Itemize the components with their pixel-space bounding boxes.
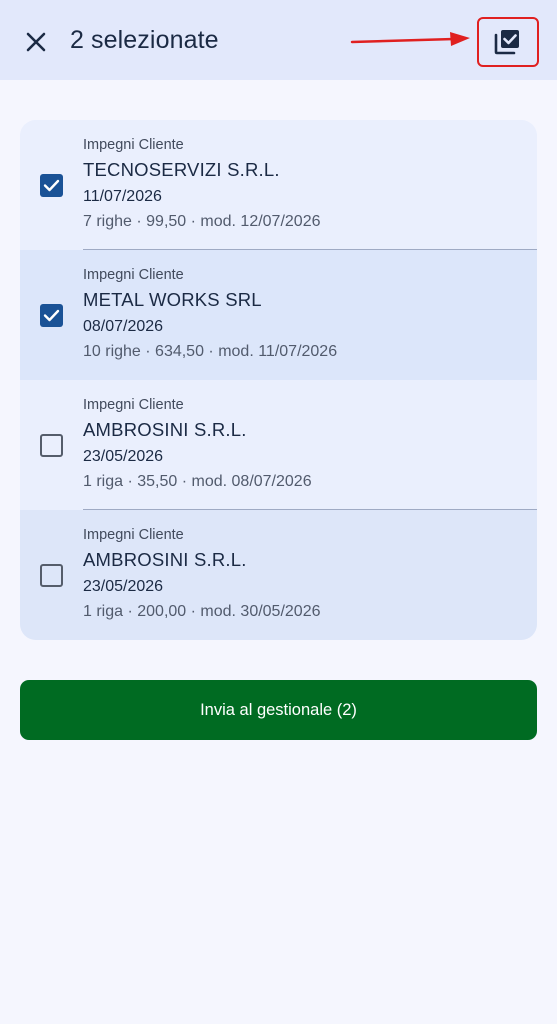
item-customer-name: METAL WORKS SRL — [83, 289, 262, 310]
red-arrow-annotation — [350, 32, 470, 46]
item-date: 11/07/2026 — [83, 188, 162, 205]
item-customer-name: AMBROSINI S.R.L. — [83, 549, 247, 570]
item-customer-name: TECNOSERVIZI S.R.L. — [83, 159, 280, 180]
check-icon — [43, 179, 60, 192]
close-icon — [26, 32, 46, 52]
item-date: 23/05/2026 — [83, 578, 164, 595]
item-date: 23/05/2026 — [83, 448, 164, 465]
item-category: Impegni Cliente — [83, 137, 184, 153]
list-item[interactable]: Impegni Cliente AMBROSINI S.R.L. 23/05/2… — [20, 380, 537, 510]
item-meta: 10 righe · 634,50 · mod. 11/07/2026 — [83, 343, 338, 360]
checkbox-unchecked[interactable] — [40, 434, 63, 457]
item-meta: 7 righe · 99,50 · mod. 12/07/2026 — [83, 213, 321, 230]
documents-list: Impegni Cliente TECNOSERVIZI S.R.L. 11/0… — [20, 120, 537, 640]
checkbox-checked[interactable] — [40, 174, 63, 197]
list-item[interactable]: Impegni Cliente AMBROSINI S.R.L. 23/05/2… — [20, 510, 537, 640]
top-app-bar: 2 selezionate — [0, 0, 557, 80]
item-meta: 1 riga · 35,50 · mod. 08/07/2026 — [83, 473, 312, 490]
selection-count-title: 2 selezionate — [70, 26, 219, 54]
close-button[interactable] — [16, 22, 56, 62]
item-meta: 1 riga · 200,00 · mod. 30/05/2026 — [83, 603, 321, 620]
checkbox-checked[interactable] — [40, 304, 63, 327]
item-customer-name: AMBROSINI S.R.L. — [83, 419, 247, 440]
check-icon — [43, 309, 60, 322]
select-all-button[interactable] — [485, 21, 529, 63]
item-category: Impegni Cliente — [83, 267, 184, 283]
list-item[interactable]: Impegni Cliente METAL WORKS SRL 08/07/20… — [20, 250, 537, 380]
item-category: Impegni Cliente — [83, 527, 184, 543]
item-date: 08/07/2026 — [83, 318, 164, 335]
send-to-erp-button[interactable]: Invia al gestionale (2) — [20, 680, 537, 740]
select-all-icon — [494, 30, 519, 55]
item-category: Impegni Cliente — [83, 397, 184, 413]
list-item[interactable]: Impegni Cliente TECNOSERVIZI S.R.L. 11/0… — [20, 120, 537, 250]
checkbox-unchecked[interactable] — [40, 564, 63, 587]
